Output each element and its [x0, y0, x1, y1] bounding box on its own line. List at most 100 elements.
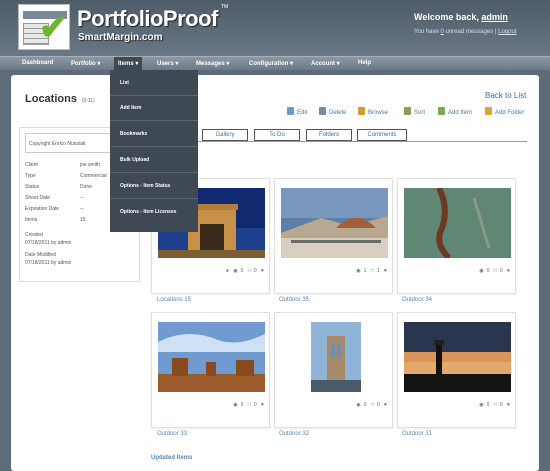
menu-separator: [110, 120, 198, 121]
photo-brooklyn-bridge: [281, 322, 388, 392]
eye-icon: ◉: [233, 402, 238, 408]
menu-item-add-item[interactable]: Add Item: [120, 104, 141, 112]
field-value-type: Commercial: [80, 173, 107, 179]
field-label-type: Type: [25, 173, 36, 179]
field-value-shoot-date: --: [80, 195, 84, 201]
tab-gallery[interactable]: Gallery: [202, 129, 248, 141]
card-label[interactable]: Outdoor 32: [279, 431, 309, 437]
nav-configuration[interactable]: Configuration ▾: [249, 60, 293, 67]
field-value-client: joe smith: [80, 162, 101, 168]
field-label-shoot-date: Shoot Date: [25, 195, 51, 201]
modified-label: Date Modified: [25, 252, 56, 258]
comment-icon: □: [370, 402, 374, 408]
updated-items-heading: Updated Items: [151, 455, 193, 461]
eye-icon: ◉: [479, 268, 484, 274]
nav-items[interactable]: Items ▾: [114, 57, 143, 71]
card-label[interactable]: Locations 15: [157, 297, 191, 303]
menu-item-bookmarks[interactable]: Bookmarks: [120, 130, 147, 138]
photo-lighthouse: [404, 322, 511, 392]
tab-todo[interactable]: To Do: [254, 129, 300, 141]
field-value-status: Done: [80, 184, 92, 190]
item-count: (0:11): [82, 98, 95, 104]
eye-icon: ◉: [479, 402, 484, 408]
heart-icon[interactable]: ♥: [507, 402, 510, 408]
brand-tm: TM: [221, 4, 229, 10]
sort-button[interactable]: Sort: [404, 107, 425, 116]
gallery-card[interactable]: ◉ 0 □ 0 ♥: [397, 312, 516, 428]
menu-item-bulk-upload[interactable]: Bulk Upload: [120, 156, 149, 164]
nav-users[interactable]: Users ▾: [157, 60, 178, 67]
created-label: Created: [25, 232, 43, 238]
card-label[interactable]: Outdoor 33: [157, 431, 187, 437]
content-panel: Locations (0:11) Back to List Edit Delet…: [11, 75, 539, 471]
logout-link[interactable]: Logout: [498, 29, 516, 35]
nav-account[interactable]: Account ▾: [311, 60, 340, 67]
card-stats: ◉ 0 □ 0 ♥: [479, 402, 510, 408]
gallery-card[interactable]: ◉ 0 □ 0 ♥: [151, 312, 270, 428]
menu-separator: [110, 198, 198, 199]
menu-item-item-licenses[interactable]: Options - Item Licenses: [120, 208, 192, 216]
nav-portfolio[interactable]: Portfolio ▾: [71, 60, 100, 67]
user-link[interactable]: admin: [481, 12, 508, 22]
card-stats: ◉ 0 □ 0 ♥: [233, 402, 264, 408]
menu-item-list[interactable]: List: [120, 79, 129, 87]
heart-icon[interactable]: ♥: [507, 268, 510, 274]
modified-value: 07/18/2011 by admin: [25, 260, 72, 266]
field-label-status: Status: [25, 184, 40, 190]
browse-button[interactable]: Browse: [358, 107, 388, 116]
field-label-items: Items: [25, 217, 38, 223]
main-nav: Dashboard Portfolio ▾ Items ▾ Users ▾ Me…: [0, 56, 550, 71]
eye-icon: ◉: [356, 402, 361, 408]
edit-button[interactable]: Edit: [287, 107, 307, 116]
heart-icon[interactable]: ♥: [261, 268, 264, 274]
eye-icon: ◉: [233, 268, 238, 274]
sort-icon: [404, 107, 411, 115]
delete-button[interactable]: Delete: [319, 107, 346, 116]
menu-item-item-status[interactable]: Options - Item Status: [120, 182, 170, 190]
gallery-card[interactable]: ◉ 0 □ 0 ♥: [274, 312, 393, 428]
browse-icon: [358, 107, 365, 115]
add-folder-icon: [485, 107, 492, 115]
comment-icon: □: [247, 268, 251, 274]
card-stats: ◉ 0 □ 0 ♥: [356, 402, 387, 408]
add-item-button[interactable]: Add Item: [438, 107, 472, 116]
add-folder-button[interactable]: Add Folder: [485, 107, 524, 116]
photo-chain: [404, 188, 511, 258]
field-label-expiration: Expiration Date: [25, 206, 60, 212]
field-value-expiration: --: [80, 206, 84, 212]
welcome-text: Welcome back, admin: [414, 12, 508, 22]
comment-icon: □: [493, 402, 497, 408]
add-item-icon: [438, 107, 445, 115]
card-label[interactable]: Outdoor 35: [279, 297, 309, 303]
back-to-list-link[interactable]: Back to List: [485, 91, 526, 100]
heart-icon[interactable]: ♥: [384, 402, 387, 408]
gallery-card[interactable]: ◉ 1 □ 1 ♥: [274, 178, 393, 294]
brand-name: PortfolioProof: [77, 6, 218, 31]
items-dropdown-menu: List Add Item Bookmarks Bulk Upload Opti…: [110, 70, 198, 232]
menu-separator: [110, 95, 198, 96]
card-stats: ◉ 1 □ 1 ♥: [356, 268, 387, 274]
gallery-card[interactable]: ◉ 0 □ 0 ♥: [397, 178, 516, 294]
field-value-items: 15: [80, 217, 86, 223]
logo-icon: ✔: [18, 4, 70, 50]
menu-separator: [110, 146, 198, 147]
nav-dashboard[interactable]: Dashboard: [22, 60, 53, 66]
edit-icon: [287, 107, 294, 115]
brand-sub: SmartMargin.com: [78, 32, 163, 43]
message-line: You have 0 unread messages | Logout: [414, 29, 517, 35]
heart-icon[interactable]: ♥: [261, 402, 264, 408]
field-label-client: Client: [25, 162, 38, 168]
tab-comments[interactable]: Comments: [357, 129, 407, 141]
created-value: 07/18/2011 by admin: [25, 240, 72, 246]
tab-folders[interactable]: Folders: [306, 129, 352, 141]
card-label[interactable]: Outdoor 31: [402, 431, 432, 437]
nav-messages[interactable]: Messages ▾: [196, 60, 229, 67]
tab-divider: [151, 141, 527, 142]
card-label[interactable]: Outdoor 34: [402, 297, 432, 303]
delete-icon: [319, 107, 326, 115]
nav-help[interactable]: Help: [358, 60, 371, 66]
eye-icon: ◉: [356, 268, 361, 274]
heart-icon[interactable]: ♥: [384, 268, 387, 274]
header: ✔ PortfolioProof TM SmartMargin.com Welc…: [0, 0, 550, 56]
comment-icon: □: [370, 268, 374, 274]
